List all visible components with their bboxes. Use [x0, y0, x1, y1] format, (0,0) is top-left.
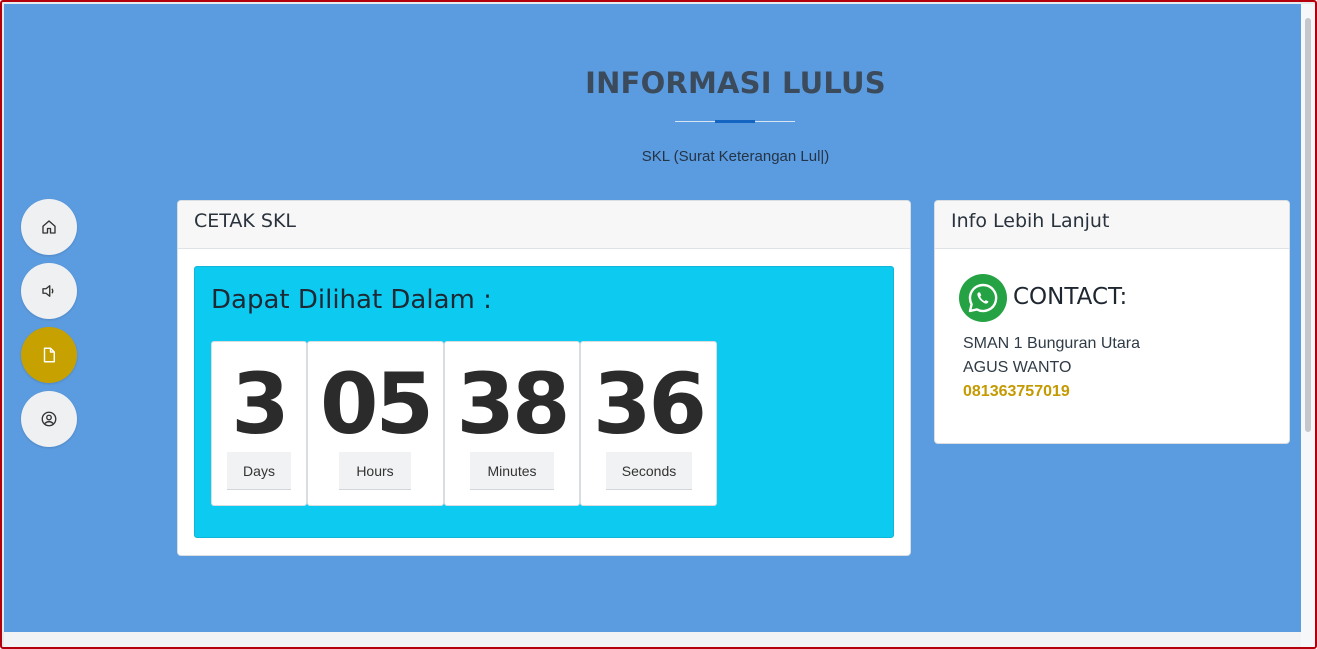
countdown-minutes-label: Minutes [470, 452, 554, 490]
page-title: INFORMASI LULUS [585, 66, 886, 100]
sidebar-item-home[interactable] [21, 199, 77, 255]
countdown-hours-label: Hours [339, 452, 411, 490]
whatsapp-icon[interactable] [959, 274, 1007, 322]
countdown-hours-value: 05 [320, 355, 434, 453]
countdown-days-label: Days [227, 452, 291, 490]
countdown-hours: 05 Hours [307, 341, 444, 506]
sidebar-item-announcement[interactable] [21, 263, 77, 319]
countdown-heading: Dapat Dilihat Dalam : [211, 285, 492, 315]
page-footer-strip [4, 632, 1301, 647]
countdown-days-value: 3 [231, 355, 289, 453]
home-icon [42, 220, 56, 234]
cetak-skl-card-title: CETAK SKL [178, 201, 910, 249]
countdown-minutes: 38 Minutes [444, 341, 580, 506]
countdown-seconds-value: 36 [593, 355, 707, 453]
countdown-seconds-label: Seconds [606, 452, 692, 490]
contact-phone[interactable]: 081363757019 [963, 383, 1070, 401]
contact-title: CONTACT: [1013, 284, 1128, 310]
countdown-minutes-value: 38 [456, 355, 571, 453]
scrollbar-thumb[interactable] [1305, 18, 1311, 432]
info-card: Info Lebih Lanjut CONTACT: SMAN 1 Bungur… [934, 200, 1290, 444]
sidebar-item-profile[interactable] [21, 391, 77, 447]
title-divider-accent [715, 120, 755, 123]
cetak-skl-card: CETAK SKL Dapat Dilihat Dalam : 3 Days 0… [177, 200, 911, 556]
speaker-icon [42, 285, 54, 297]
info-card-title: Info Lebih Lanjut [935, 201, 1289, 249]
browser-frame: INFORMASI LULUS SKL (Surat Keterangan Lu… [0, 0, 1317, 649]
countdown-panel: Dapat Dilihat Dalam : 3 Days 05 Hours 38… [194, 266, 894, 538]
page-subtitle: SKL (Surat Keterangan Lul|) [641, 148, 830, 165]
vertical-scrollbar[interactable] [1301, 4, 1315, 647]
countdown-days: 3 Days [211, 341, 307, 506]
countdown-seconds: 36 Seconds [580, 341, 717, 506]
sidebar-item-document[interactable] [21, 327, 77, 383]
contact-person: AGUS WANTO [963, 359, 1072, 376]
document-icon [43, 347, 55, 363]
page-viewport: INFORMASI LULUS SKL (Surat Keterangan Lu… [4, 4, 1301, 632]
contact-school: SMAN 1 Bunguran Utara [963, 335, 1140, 352]
user-circle-icon [41, 411, 57, 427]
